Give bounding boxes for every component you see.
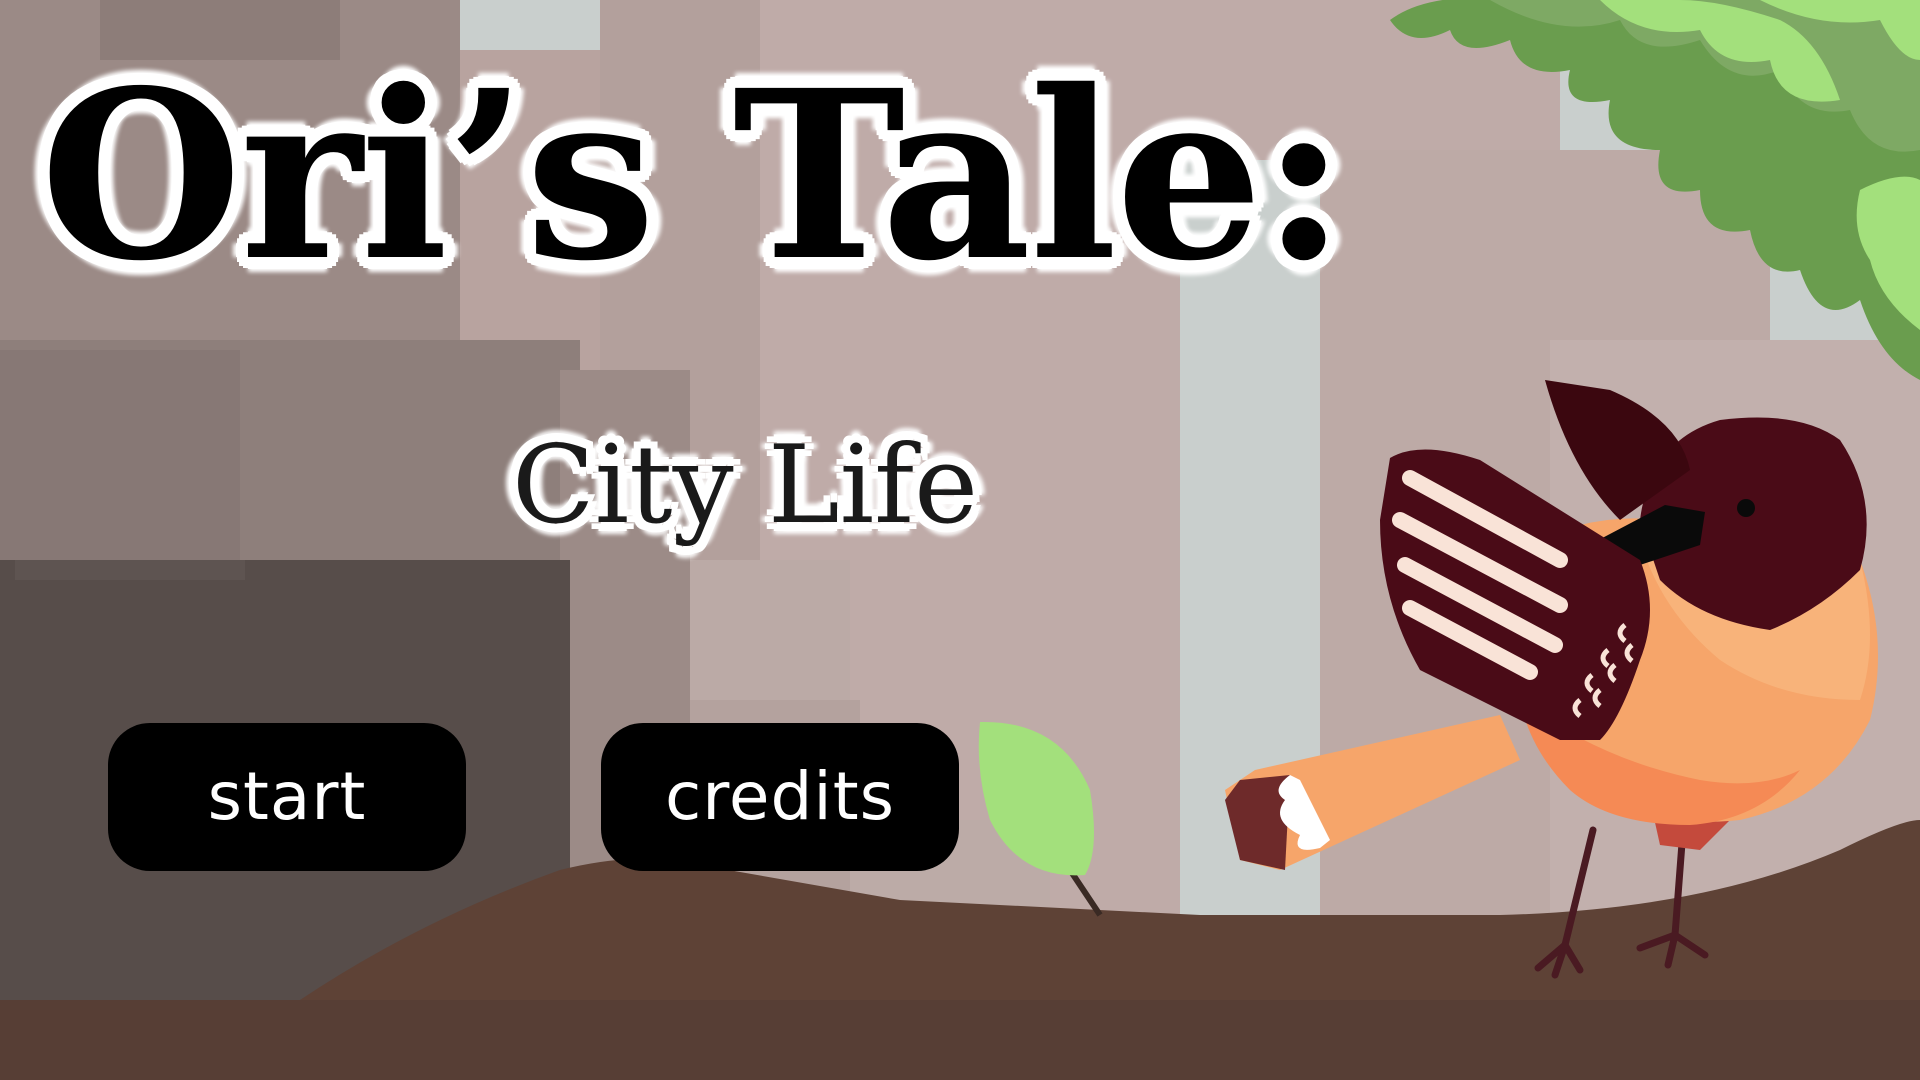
credits-button[interactable]: credits bbox=[601, 723, 959, 871]
start-button[interactable]: start bbox=[108, 723, 466, 871]
game-subtitle: City Life bbox=[512, 423, 979, 548]
title-screen: Ori’s Tale: City Life start credits bbox=[0, 0, 1920, 1080]
game-title: Ori’s Tale: bbox=[40, 39, 1347, 312]
